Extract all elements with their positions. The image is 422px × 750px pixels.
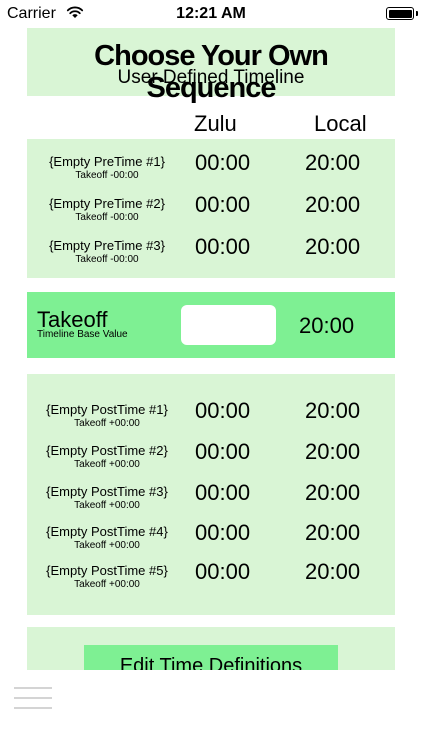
app-screen: Choose Your Own Sequence User Defined Ti…: [0, 0, 422, 750]
posttime-name: {Empty PostTime #3}: [46, 484, 168, 499]
column-header-local: Local: [314, 111, 367, 136]
scroll-content[interactable]: Choose Your Own Sequence User Defined Ti…: [0, 0, 422, 670]
posttime-local: 20:00: [305, 398, 361, 423]
title-panel: Choose Your Own Sequence User Defined Ti…: [27, 28, 395, 104]
posttime-local: 20:00: [305, 520, 361, 545]
pretime-zulu: 00:00: [195, 150, 251, 175]
page-subtitle: User Defined Timeline: [117, 67, 305, 88]
pretime-zulu: 00:00: [195, 234, 251, 259]
pretime-offset: Takeoff -00:00: [75, 212, 139, 223]
posttime-offset: Takeoff +00:00: [74, 418, 140, 429]
battery-tip: [416, 11, 418, 16]
edit-time-definitions-button[interactable]: Edit Time Definitions: [84, 645, 338, 670]
posttime-zulu: 00:00: [195, 480, 251, 505]
pretime-name: {Empty PreTime #2}: [49, 196, 165, 211]
posttime-local: 20:00: [305, 439, 361, 464]
posttime-name: {Empty PostTime #2}: [46, 443, 168, 458]
posttime-row-4[interactable]: {Empty PostTime #4} Takeoff +00:00 00:00…: [27, 520, 395, 560]
pre-times-panel: {Empty PreTime #1} Takeoff -00:00 00:00 …: [27, 139, 395, 278]
posttime-name: {Empty PostTime #5}: [46, 563, 168, 578]
takeoff-panel: Takeoff Timeline Base Value 20:00: [27, 292, 395, 358]
posttime-row-2[interactable]: {Empty PostTime #2} Takeoff +00:00 00:00…: [27, 439, 395, 479]
takeoff-zulu-input[interactable]: [181, 305, 276, 345]
pretime-offset: Takeoff -00:00: [75, 170, 139, 181]
posttime-name: {Empty PostTime #4}: [46, 524, 168, 539]
pretime-local: 20:00: [305, 234, 361, 259]
column-header-zulu: Zulu: [194, 111, 237, 136]
posttime-row-1[interactable]: {Empty PostTime #1} Takeoff +00:00 00:00…: [27, 398, 395, 438]
pretime-name: {Empty PreTime #3}: [49, 238, 165, 253]
status-bar: Carrier 12:21 AM: [0, 0, 422, 28]
posttime-zulu: 00:00: [195, 559, 251, 584]
pretime-local: 20:00: [305, 150, 361, 175]
battery-icon: [386, 7, 414, 20]
hamburger-menu-icon[interactable]: [14, 685, 52, 713]
posttime-name: {Empty PostTime #1}: [46, 402, 168, 417]
pretime-row-3[interactable]: {Empty PreTime #3} Takeoff -00:00 00:00 …: [27, 234, 395, 274]
posttime-local: 20:00: [305, 559, 361, 584]
posttime-zulu: 00:00: [195, 520, 251, 545]
takeoff-subtitle: Timeline Base Value: [37, 329, 128, 340]
pretime-row-1[interactable]: {Empty PreTime #1} Takeoff -00:00 00:00 …: [27, 150, 395, 190]
pretime-zulu: 00:00: [195, 192, 251, 217]
posttime-offset: Takeoff +00:00: [74, 500, 140, 511]
posttime-local: 20:00: [305, 480, 361, 505]
pretime-row-2[interactable]: {Empty PreTime #2} Takeoff -00:00 00:00 …: [27, 192, 395, 232]
posttime-zulu: 00:00: [195, 398, 251, 423]
posttime-zulu: 00:00: [195, 439, 251, 464]
posttime-offset: Takeoff +00:00: [74, 579, 140, 590]
status-time: 12:21 AM: [176, 5, 246, 22]
posttime-row-5[interactable]: {Empty PostTime #5} Takeoff +00:00 00:00…: [27, 559, 395, 599]
takeoff-local: 20:00: [299, 313, 355, 338]
post-times-panel: {Empty PostTime #1} Takeoff +00:00 00:00…: [27, 374, 395, 615]
posttime-row-3[interactable]: {Empty PostTime #3} Takeoff +00:00 00:00…: [27, 480, 395, 520]
posttime-offset: Takeoff +00:00: [74, 459, 140, 470]
posttime-offset: Takeoff +00:00: [74, 540, 140, 551]
pretime-offset: Takeoff -00:00: [75, 254, 139, 265]
pretime-name: {Empty PreTime #1}: [49, 154, 165, 169]
pretime-local: 20:00: [305, 192, 361, 217]
